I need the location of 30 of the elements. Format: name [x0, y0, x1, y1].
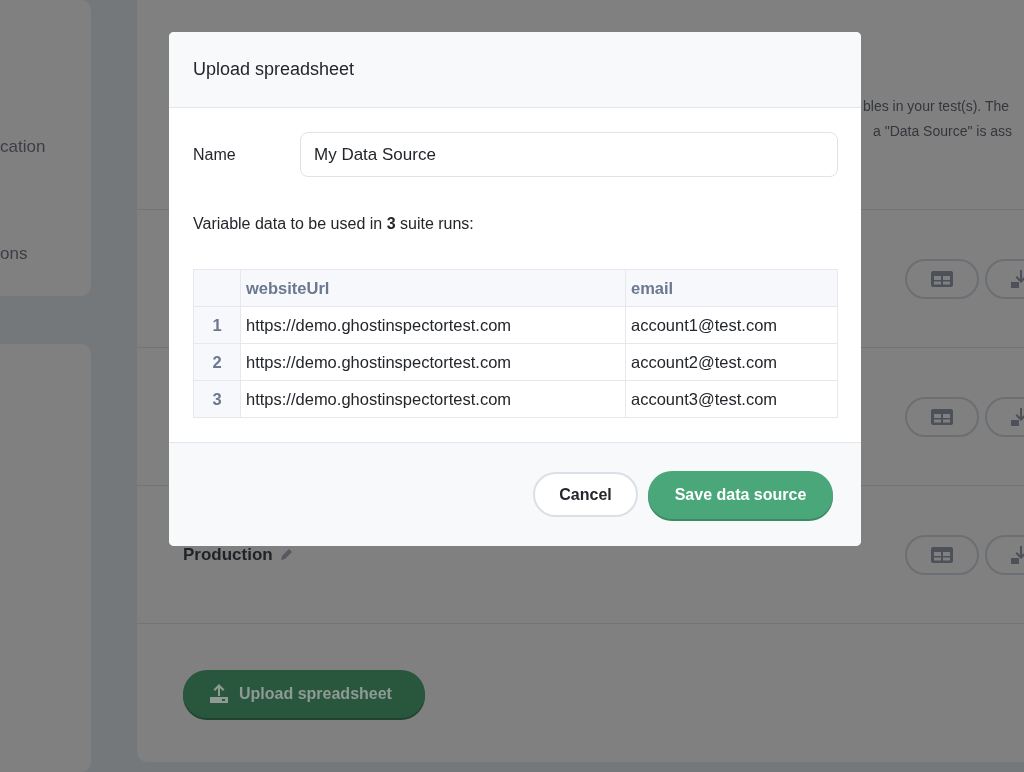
save-button[interactable]: Save data source	[648, 470, 833, 519]
table-view-button[interactable]	[905, 258, 979, 299]
table-icon	[931, 408, 953, 425]
cancel-button[interactable]: Cancel	[533, 472, 638, 517]
row-number: 1	[193, 306, 241, 344]
table-cell: account2@test.com	[625, 343, 838, 381]
table-icon	[931, 270, 953, 287]
table-view-button[interactable]	[905, 396, 979, 437]
table-cell: https://demo.ghostinspectortest.com	[240, 343, 626, 381]
description-text: a "Data Source" is ass	[872, 122, 1014, 141]
table-cell: account3@test.com	[625, 380, 838, 418]
dialog-title: Upload spreadsheet	[193, 59, 355, 80]
row-number: 3	[193, 380, 241, 418]
summary-text: Variable data to be used in 3 suite runs:	[193, 215, 475, 233]
table-icon	[931, 546, 953, 563]
table-cell: https://demo.ghostinspectortest.com	[240, 306, 626, 344]
column-header: websiteUrl	[240, 269, 626, 307]
upload-spreadsheet-button[interactable]: Upload spreadsheet	[183, 670, 425, 718]
row-number: 2	[193, 343, 241, 381]
data-source-name: Production	[183, 544, 273, 565]
name-input-field[interactable]: My Data Source	[300, 132, 838, 177]
name-label: Name	[193, 145, 237, 164]
sidebar-item[interactable]: ons	[0, 243, 91, 265]
table-view-button[interactable]	[905, 534, 979, 575]
sidebar-item[interactable]: cation	[0, 136, 91, 158]
table-cell: account1@test.com	[625, 306, 838, 344]
table-cell: https://demo.ghostinspectortest.com	[240, 380, 626, 418]
description-text: bles in your test(s). The	[863, 97, 1011, 116]
column-header: email	[625, 269, 838, 307]
upload-icon	[209, 684, 229, 704]
